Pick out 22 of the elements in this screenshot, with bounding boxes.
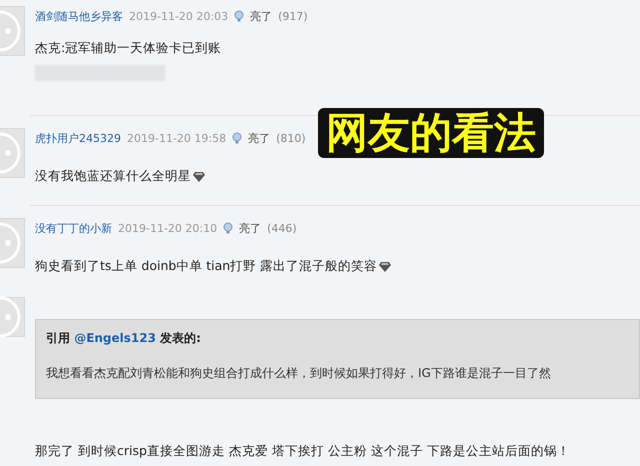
post-text: 狗史看到了ts上单 doinb中单 tian打野 露出了混子般的笑容 [35, 258, 640, 275]
post-time: 2019-11-20 19:58 [127, 132, 226, 144]
author-name[interactable]: 虎扑用户245329 [35, 130, 121, 146]
post-text: 没有我饱蓝还算什么全明星 [35, 168, 640, 185]
post-time: 2019-11-20 20:10 [118, 222, 218, 234]
post-text: 那完了 到时候crisp直接全图游走 杰克爱 塔下挨打 公主粉 这个混子 下路是公主站后面的锅！ [35, 443, 571, 460]
like-label[interactable]: 亮了 [248, 130, 270, 146]
author-name[interactable]: 酒剑随马他乡异客 [35, 8, 123, 24]
lightbulb-icon [234, 10, 244, 22]
post-time: 2019-11-20 20:03 [129, 10, 228, 22]
author-name[interactable]: 没有丁丁的小新 [35, 220, 112, 236]
lightbulb-icon [232, 132, 242, 144]
quote-text: 我想看看杰克配刘青松能和狗史组合打成什么样，到时候如果打得好，IG下路谁是混子一目了然 [46, 365, 552, 382]
like-count: (446) [267, 222, 297, 234]
post-text: 杰克:冠军辅助一天体验卡已到账 [35, 40, 222, 57]
lightbulb-icon [223, 222, 234, 234]
like-label[interactable]: 亮了 [250, 8, 272, 24]
like-label[interactable]: 亮了 [239, 220, 262, 236]
like-count: (917) [278, 10, 308, 22]
like-count: (810) [276, 132, 306, 144]
quote-header: 引用 @Engels123 发表的: [46, 330, 201, 347]
caption-overlay: 网友的看法 [318, 108, 544, 158]
